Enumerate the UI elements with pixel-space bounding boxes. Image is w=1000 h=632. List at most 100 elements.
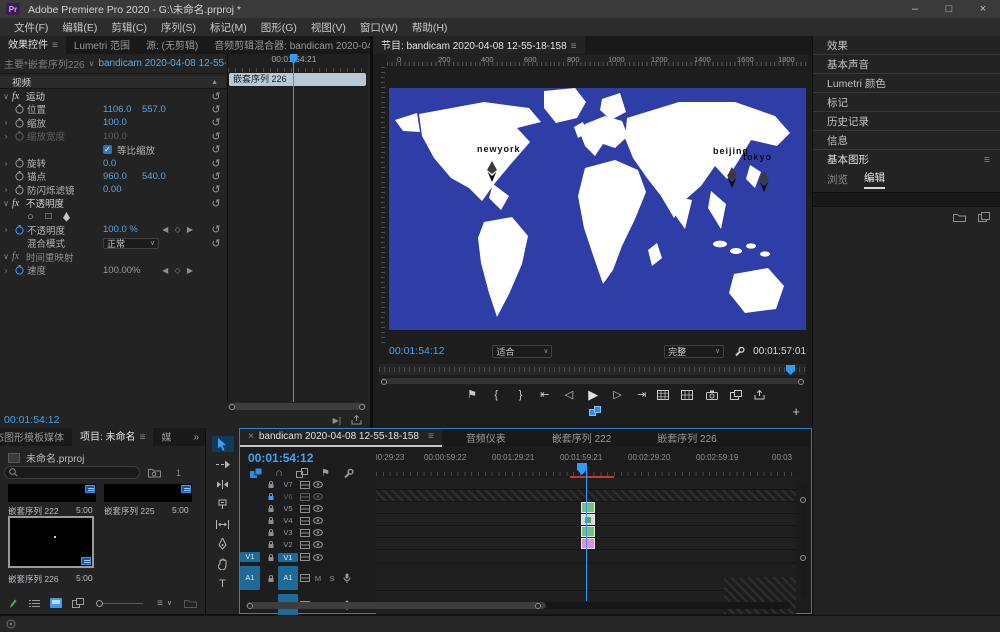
keyframe-nav[interactable]: ◀ ◇ ▶ (155, 266, 195, 275)
ec-horizontal-scrollbar[interactable] (228, 403, 366, 410)
lock-icon[interactable] (264, 504, 278, 513)
sync-lock-icon[interactable] (298, 541, 311, 549)
track-name[interactable]: V3 (278, 528, 298, 537)
section-video[interactable]: 视频 ▲ (0, 76, 226, 89)
comparison-view-button[interactable] (730, 390, 748, 400)
tab-edit[interactable]: 编辑 (864, 170, 885, 189)
nest-toggle-icon[interactable] (250, 468, 262, 478)
icon-view-icon[interactable] (50, 598, 62, 608)
tab-nested-sequence-222[interactable]: 嵌套序列 222 (544, 429, 619, 447)
chevron-down-icon[interactable]: ∨ (89, 59, 95, 68)
panel-tab-effects[interactable]: 效果 (813, 36, 1000, 55)
eye-icon[interactable] (311, 517, 324, 524)
reset-icon[interactable]: ↺ (206, 157, 226, 170)
eye-icon[interactable] (311, 493, 324, 500)
position-x-value[interactable]: 1106.0 (103, 104, 142, 115)
play-only-icon[interactable]: ▶] (333, 416, 341, 425)
sync-lock-icon[interactable] (298, 493, 311, 501)
position-y-value[interactable]: 557.0 (142, 104, 181, 115)
effect-opacity[interactable]: ∨fx 不透明度 ↺ (0, 197, 226, 210)
export-media-button[interactable] (754, 390, 772, 400)
menu-help[interactable]: 帮助(H) (412, 20, 448, 35)
sync-lock-icon[interactable] (298, 553, 311, 561)
lock-icon[interactable] (264, 574, 278, 583)
track-name[interactable]: V6 (278, 492, 298, 501)
project-writable-icon[interactable] (8, 598, 17, 609)
extract-button[interactable] (681, 390, 699, 400)
graphics-selection-strip[interactable] (813, 192, 1000, 207)
add-marker-icon[interactable]: ⚑ (321, 468, 330, 479)
tab-browse[interactable]: 浏览 (827, 172, 848, 187)
go-to-in-button[interactable]: ⇤ (536, 388, 554, 401)
clip-v2-pink[interactable] (581, 538, 595, 549)
panel-menu-icon[interactable]: ≡ (428, 431, 434, 442)
reset-icon[interactable]: ↺ (206, 143, 226, 156)
stopwatch-icon-active[interactable] (12, 225, 27, 235)
clip-v3-green[interactable] (581, 526, 595, 537)
effect-time-remap[interactable]: ∨fx 时间重映射 (0, 250, 226, 263)
source-patch-v1[interactable]: V1 (240, 552, 260, 562)
menu-sequence[interactable]: 序列(S) (161, 20, 196, 35)
tab-media-browser[interactable]: 媒 (153, 428, 179, 446)
tab-audio-clip-mixer[interactable]: 音频剪辑混合器: bandicam 2020-04-0 (206, 36, 370, 54)
export-icon[interactable] (351, 415, 362, 425)
project-item-name[interactable]: 嵌套序列 226 (8, 573, 59, 585)
close-button[interactable]: × (966, 0, 1000, 18)
reset-icon[interactable]: ↺ (206, 197, 226, 210)
panel-menu-icon[interactable]: ≡ (52, 40, 58, 51)
go-to-out-button[interactable]: ⇥ (633, 388, 651, 401)
pen-mask-icon[interactable] (62, 212, 71, 222)
tab-overflow-icon[interactable]: » (187, 432, 205, 443)
selection-tool[interactable] (212, 436, 234, 452)
sync-lock-icon[interactable] (298, 517, 311, 525)
anchor-y-value[interactable]: 540.0 (142, 171, 181, 182)
opacity-value[interactable]: 100.0 % (103, 224, 155, 235)
panel-menu-icon[interactable]: ≡ (571, 41, 577, 52)
list-view-icon[interactable] (29, 599, 40, 608)
menu-file[interactable]: 文件(F) (14, 20, 48, 35)
menu-graphics[interactable]: 图形(G) (261, 20, 297, 35)
lock-icon[interactable] (264, 480, 278, 489)
lock-icon[interactable] (264, 553, 278, 562)
sync-lock-icon[interactable] (298, 574, 311, 582)
playback-resolution-dropdown[interactable]: 完整∨ (664, 345, 724, 358)
eye-icon[interactable] (311, 541, 324, 548)
panel-menu-icon[interactable]: ≡ (984, 154, 990, 166)
source-patch-a1[interactable]: A1 (240, 566, 260, 590)
stopwatch-icon[interactable] (12, 104, 27, 114)
sync-lock-icon[interactable] (298, 529, 311, 537)
scale-value[interactable]: 100.0 (103, 117, 142, 128)
track-name[interactable]: A1 (278, 566, 298, 590)
timeline-vertical-scrollbar[interactable] (800, 483, 807, 599)
antiflicker-value[interactable]: 0.00 (103, 184, 142, 195)
track-name[interactable]: V5 (278, 504, 298, 513)
panel-tab-essential-sound[interactable]: 基本声音 (813, 55, 1000, 74)
track-name[interactable]: V2 (278, 540, 298, 549)
tab-motion-graphics-templates[interactable]: 态图形模板媒体 (0, 428, 72, 446)
maximize-button[interactable]: □ (932, 0, 966, 18)
sync-lock-icon[interactable] (298, 481, 311, 489)
track-name[interactable]: V4 (278, 516, 298, 525)
reset-icon[interactable]: ↺ (206, 116, 226, 129)
tab-project[interactable]: 项目: 未命名≡ (72, 428, 153, 446)
menu-view[interactable]: 视图(V) (311, 20, 346, 35)
blend-mode-dropdown[interactable]: 正常∨ (103, 238, 159, 249)
project-search-input[interactable] (4, 466, 140, 479)
stopwatch-icon[interactable] (12, 185, 27, 195)
chevron-down-icon[interactable]: ∨ (167, 599, 172, 607)
effect-motion[interactable]: ∨fx 运动 ↺ (0, 89, 226, 102)
eye-icon[interactable] (311, 481, 324, 488)
monitor-zoom-scrollbar[interactable] (381, 378, 804, 384)
track-name[interactable]: V7 (278, 480, 298, 489)
zoom-slider-track[interactable] (103, 603, 143, 604)
menu-marker[interactable]: 标记(M) (210, 20, 247, 35)
panel-tab-lumetri-color[interactable]: Lumetri 颜色 (813, 74, 1000, 93)
tab-nested-sequence-226[interactable]: 嵌套序列 226 (649, 429, 724, 447)
sync-lock-icon[interactable] (298, 505, 311, 513)
panel-tab-history[interactable]: 历史记录 (813, 112, 1000, 131)
add-marker-button[interactable]: ⚑ (463, 388, 481, 401)
lock-icon[interactable] (264, 540, 278, 549)
track-select-forward-tool[interactable] (212, 456, 234, 472)
reset-icon[interactable]: ↺ (206, 183, 226, 196)
speed-value[interactable]: 100.00% (103, 265, 155, 276)
